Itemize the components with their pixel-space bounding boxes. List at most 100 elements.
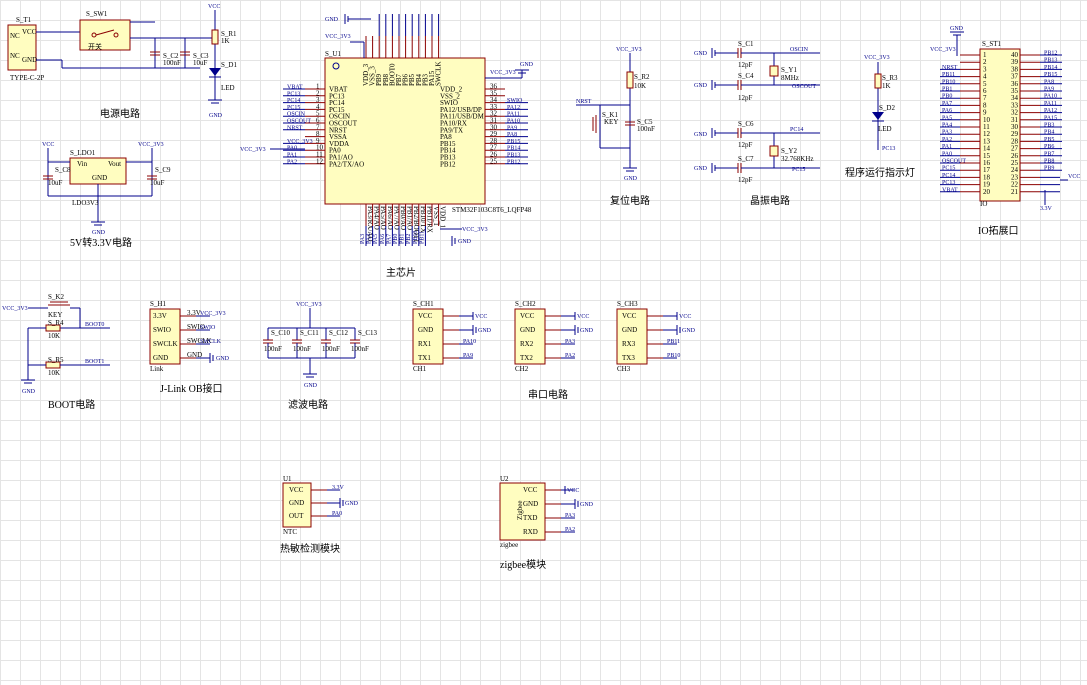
io-left-net-7: PA7: [942, 101, 952, 107]
zigbee-part: zigbee: [500, 541, 518, 549]
serial-0-pin-label-2: RX1: [418, 340, 432, 348]
r2-val: 10K: [634, 82, 646, 90]
caption-serial: 串口电路: [528, 388, 568, 401]
mcu-right-net-2: SWIO: [507, 98, 523, 104]
io-circuit: GND VCC_3V3 S_ST1 123NRST4PB115PB106PB17…: [930, 26, 1080, 237]
serial-1-pin-label-2: RX2: [520, 340, 534, 348]
ldo-ref: S_LDO1: [70, 149, 96, 157]
serial-2-pin-label-1: GND: [622, 326, 637, 334]
power-circuit: S_T1 NC VCC NC GND TYPE-C-2P S_SW1 开关 S_…: [7, 4, 237, 120]
t1-pin-nc2: NC: [10, 52, 20, 60]
sw1-name: 开关: [88, 42, 102, 51]
io-right-net-12: PB5: [1044, 137, 1054, 143]
mcu-bottom-net-8: PB10: [413, 231, 419, 244]
mcu-bottom-net-6: PB1: [400, 234, 406, 244]
thermal-part: NTC: [283, 528, 297, 536]
io-right-net-1: PB13: [1044, 58, 1057, 64]
io-left-net-4: PB10: [942, 79, 955, 85]
y2-val: 32.768KHz: [781, 155, 813, 163]
io-right-net-2: PB14: [1044, 65, 1057, 71]
gnd-c4: GND: [694, 83, 708, 89]
jlink-circuit: S_H1 3.3V 3.3V VCC_3V3SWIO SWIOSWIOSWCLK SWC…: [149, 300, 230, 395]
thermal-pins: VCC 3.3V GND GND OUT PA0: [289, 485, 359, 520]
c5-val: 100nF: [637, 125, 655, 133]
io-right-net-14: PB7: [1044, 151, 1054, 157]
vcc3v3-filter: VCC_3V3: [296, 302, 322, 308]
k2-ref: S_K2: [48, 293, 64, 301]
io-right-net-5: PA9: [1044, 87, 1054, 93]
mcu-left-net-0: VBAT: [287, 85, 303, 91]
serial-module-ref-0: S_CH1: [413, 300, 434, 308]
gnd-c6: GND: [694, 132, 708, 138]
d2-val: LED: [878, 125, 892, 133]
resistor-r1: [211, 29, 219, 45]
gnd-mcu-top: GND: [325, 17, 339, 23]
zigbee-pin-label-3: RXD: [523, 528, 538, 536]
serial-1-net-1: GND: [580, 328, 594, 334]
serial-2-pin-label-2: RX3: [622, 340, 636, 348]
mcu-bottom-net-1: PA4: [367, 234, 373, 244]
serial-0-net-2: PA10: [463, 339, 476, 345]
jlink-net-2: SWCLK: [200, 339, 222, 345]
caption-ldo: 5V转3.3V电路: [70, 236, 132, 249]
serial-2-net-2: PB11: [667, 339, 680, 345]
io-right-net-4: PA8: [1044, 79, 1054, 85]
mcu-bottom-net-3: PA6: [380, 234, 386, 244]
serial-0-pin-label-1: GND: [418, 326, 433, 334]
serial-1-net-0: VCC: [577, 314, 589, 320]
y2-ref: S_Y2: [781, 147, 797, 155]
jlink-pin-label-0: 3.3V: [153, 312, 167, 320]
vcc3v3-led: VCC_3V3: [864, 55, 890, 61]
y1-val: 8MHz: [781, 74, 799, 82]
io-part: IO: [980, 200, 987, 208]
c2-val: 100nF: [163, 59, 181, 67]
serial-circuit: S_CH1 VCC VCC GND GND RX1 PA10 TX1 PA9 CH1 S_CH2 VC…: [412, 300, 696, 401]
zigbee-net-0: VCC: [567, 488, 579, 494]
thermal-pin-label-2: OUT: [289, 512, 304, 520]
crystal-circuit: GND S_C1 12pF OSCIN GND S_C4 12pF OSCOUT…: [694, 40, 820, 207]
serial-0-pin-label-3: TX1: [418, 354, 431, 362]
net-3v3-io: 3.3V: [1040, 206, 1053, 212]
zigbee-net-3: PA2: [565, 527, 575, 533]
led-d2-icon: [872, 112, 884, 120]
io-left-net-11: PA3: [942, 130, 952, 136]
k1-val: KEY: [604, 118, 618, 126]
mcu-right-net-6: PA9: [507, 125, 517, 131]
io-left-net-18: PC13: [942, 180, 955, 186]
net-oscin: OSCIN: [790, 47, 809, 53]
serial-0-net-0: VCC: [475, 314, 487, 320]
c7-val: 12pF: [738, 176, 753, 184]
r5-val: 10K: [48, 369, 60, 377]
t1-ref: S_T1: [16, 16, 32, 24]
boot-circuit: VCC_3V3 S_K2 KEY BOOT0 S_R4 10K S_R5 10K…: [2, 293, 110, 411]
caption-led: 程序运行指示灯: [845, 166, 915, 179]
io-right-net-13: PB6: [1044, 144, 1054, 150]
nrst-net: NRST: [576, 99, 592, 105]
io-left-net-5: PB1: [942, 87, 952, 93]
gnd-power: GND: [209, 113, 223, 119]
ldo-pin-vin: Vin: [77, 160, 88, 168]
filter-circuit: VCC_3V3 S_C10100nFS_C11100nFS_C12100nFS_…: [263, 302, 378, 411]
caption-power: 电源电路: [100, 107, 140, 120]
r4-ref: S_R4: [48, 319, 64, 327]
io-left-net-15: OSCOUT: [942, 159, 966, 165]
serial-modules: S_CH1 VCC VCC GND GND RX1 PA10 TX1 PA9 CH1 S_CH2 VC…: [412, 300, 696, 373]
serial-module-part-2: CH3: [617, 365, 631, 373]
c6-val: 12pF: [738, 141, 753, 149]
net-vcc-power: VCC: [208, 4, 220, 10]
mcu-left-net-4: OSCIN: [287, 112, 306, 118]
serial-2-net-1: GND: [682, 328, 696, 334]
mcu-left-pin-label-11: PA2/TX/AO: [329, 160, 364, 168]
t1-pin-gnd: GND: [22, 56, 37, 64]
mcu-right-pin-num-11: 25: [490, 157, 498, 165]
mcu-left-net-11: PA2: [287, 159, 297, 165]
serial-module-part-0: CH1: [413, 365, 427, 373]
zigbee-pin-label-0: VCC: [523, 486, 538, 494]
r3-val: 1K: [882, 82, 891, 90]
gnd-ldo: GND: [92, 230, 106, 236]
c1-val: 12pF: [738, 61, 753, 69]
mcu-part: STM32F103C8T6_LQFP48: [452, 206, 532, 214]
caption-crystal: 晶振电路: [750, 194, 790, 207]
mcu-left-net-5: OSCOUT: [287, 119, 311, 125]
c7-ref: S_C7: [738, 155, 754, 163]
